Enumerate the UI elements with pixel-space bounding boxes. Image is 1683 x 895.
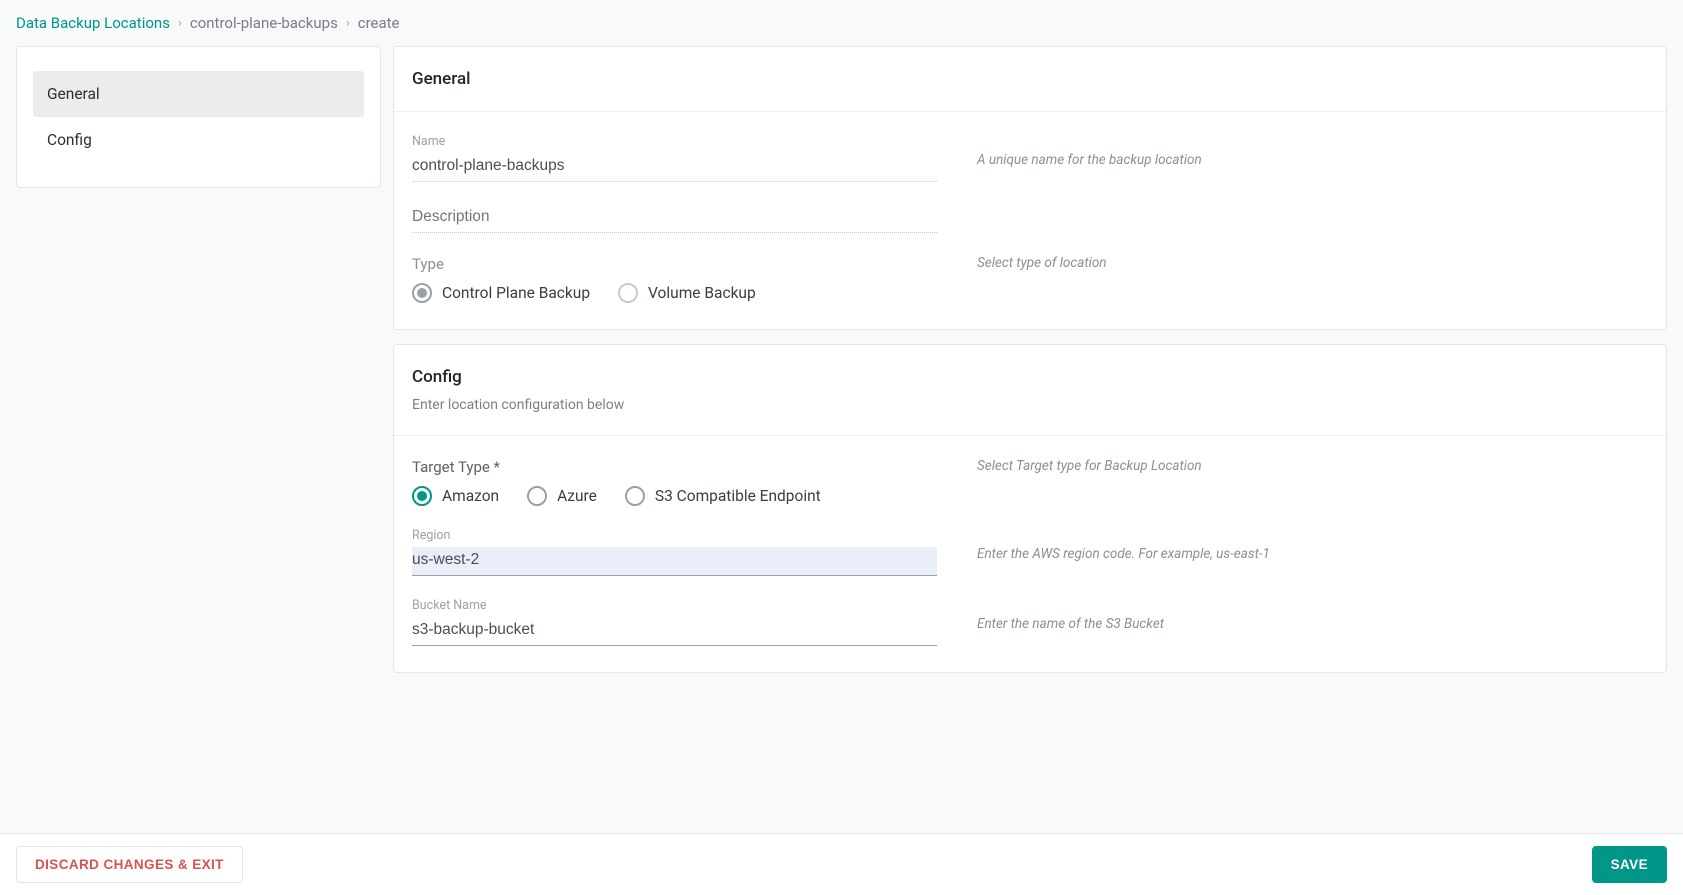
sidenav-item-label: Config [47,131,92,149]
radio-target-s3compat[interactable]: S3 Compatible Endpoint [625,486,821,506]
breadcrumb-sep: › [178,16,182,31]
sidenav-item-general[interactable]: General [33,71,364,117]
region-input[interactable] [412,547,937,576]
save-button[interactable]: Save [1592,846,1667,883]
type-label: Type [412,255,937,273]
bucket-label: Bucket Name [412,598,937,613]
region-hint: Enter the AWS region code. For example, … [977,528,1648,562]
radio-icon [527,486,547,506]
name-label: Name [412,134,937,149]
name-input[interactable] [412,153,937,182]
description-input[interactable] [412,204,937,233]
breadcrumb-leaf: create [358,14,400,32]
card-config-title: Config [412,367,1648,387]
radio-label: Azure [557,487,597,505]
radio-label: Control Plane Backup [442,284,590,302]
sidenav-item-label: General [47,85,100,103]
radio-icon [412,486,432,506]
radio-icon [412,283,432,303]
card-config-subtitle: Enter location configuration below [412,397,1648,413]
region-label: Region [412,528,937,543]
radio-icon [618,283,638,303]
radio-target-azure[interactable]: Azure [527,486,597,506]
footer-bar: Discard Changes & Exit Save [0,833,1683,895]
breadcrumb-mid: control-plane-backups [190,14,338,32]
card-general-title: General [412,69,1648,89]
breadcrumb-root[interactable]: Data Backup Locations [16,14,170,32]
name-hint: A unique name for the backup location [977,134,1648,168]
target-type-label: Target Type * [412,458,937,476]
radio-label: S3 Compatible Endpoint [655,487,821,505]
breadcrumb: Data Backup Locations › control-plane-ba… [0,0,1683,46]
radio-type-control-plane[interactable]: Control Plane Backup [412,283,590,303]
side-nav: General Config [16,46,381,188]
type-hint: Select type of location [977,255,1648,271]
breadcrumb-sep: › [346,16,350,31]
radio-target-amazon[interactable]: Amazon [412,486,499,506]
description-hint [977,204,1648,222]
discard-button[interactable]: Discard Changes & Exit [16,846,243,883]
card-config: Config Enter location configuration belo… [393,344,1667,673]
radio-type-volume[interactable]: Volume Backup [618,283,756,303]
bucket-input[interactable] [412,617,937,646]
target-type-hint: Select Target type for Backup Location [977,458,1648,474]
sidenav-item-config[interactable]: Config [33,117,364,163]
radio-label: Amazon [442,487,499,505]
bucket-hint: Enter the name of the S3 Bucket [977,598,1648,632]
radio-icon [625,486,645,506]
radio-label: Volume Backup [648,284,756,302]
card-general: General Name A unique name for the backu… [393,46,1667,330]
